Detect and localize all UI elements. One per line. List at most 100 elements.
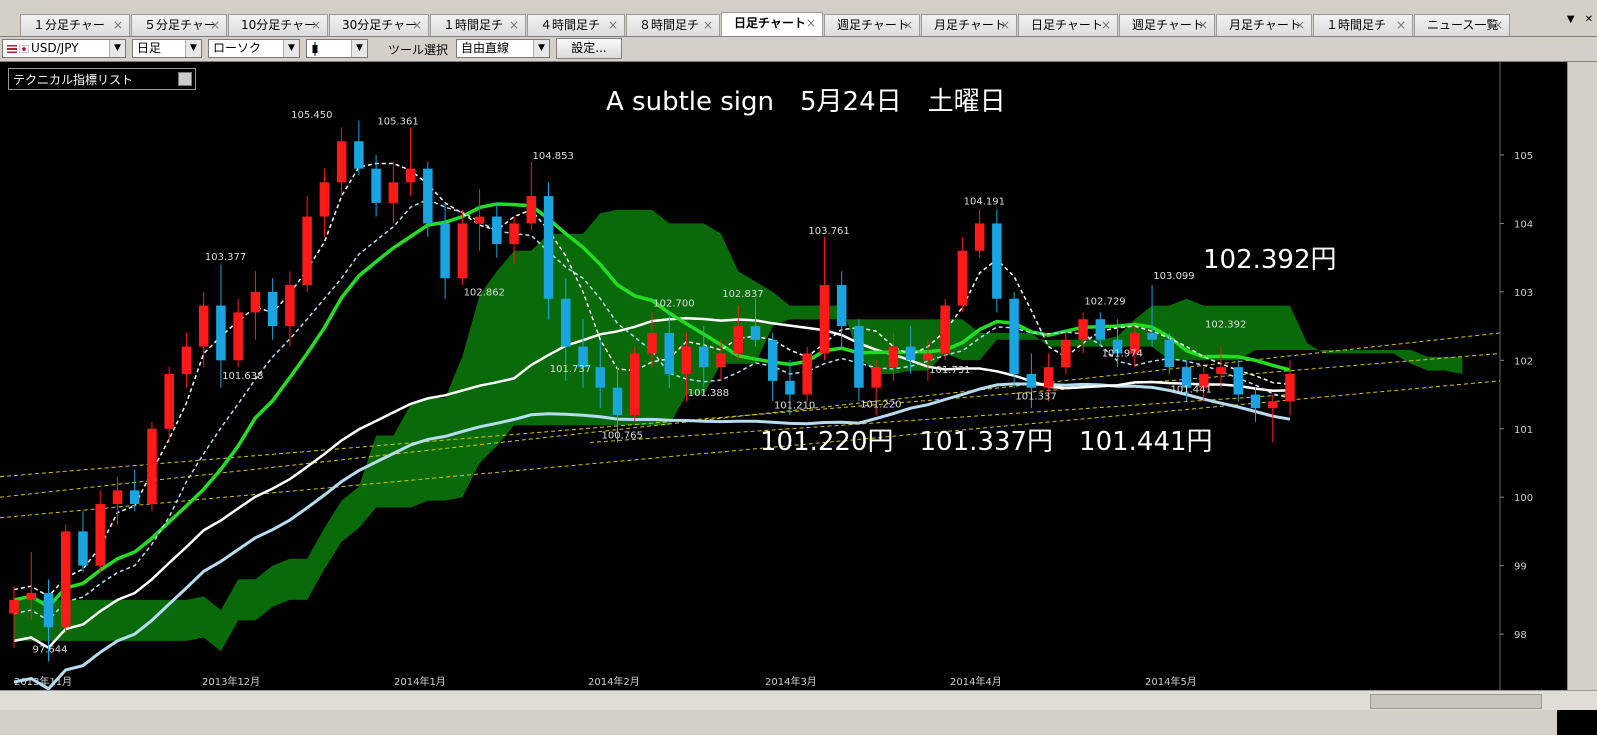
chevron-down-icon[interactable]: ▼ <box>283 40 299 57</box>
candle-body <box>819 285 830 354</box>
x-tick-label: 2014年2月 <box>588 675 640 688</box>
chart-toolbar: USD/JPY ▼ 日足 ▼ ローソク ▼ ▼ ツール選択 自由直線 ▼ 設定.… <box>0 37 1597 62</box>
technical-indicator-list[interactable]: テクニカル指標リスト <box>8 68 196 90</box>
tab-5[interactable]: ４時間足チ × <box>527 14 625 36</box>
tab-4[interactable]: １時間足チ × <box>430 14 526 36</box>
close-icon[interactable]: × <box>1000 15 1010 35</box>
settings-button[interactable]: 設定... <box>556 38 622 59</box>
candle-body <box>95 504 105 566</box>
tab-1[interactable]: ５分足チャー × <box>131 14 227 36</box>
tab-2[interactable]: 10分足チャー × <box>228 14 328 36</box>
scrollbar-thumb[interactable] <box>1370 694 1542 709</box>
chart-type-value: ローソク <box>213 41 262 55</box>
close-icon[interactable]: × <box>412 15 422 35</box>
candle-body <box>992 223 1002 299</box>
candle-body <box>233 312 243 361</box>
jp-flag-icon <box>19 44 29 53</box>
tab-label: ５分足チャー <box>144 18 216 32</box>
candle-body <box>302 216 312 286</box>
close-icon[interactable]: × <box>509 15 519 35</box>
close-icon[interactable]: × <box>903 15 913 35</box>
x-tick-label: 2014年1月 <box>394 675 446 688</box>
tab-6[interactable]: ８時間足チ × <box>626 14 720 36</box>
close-icon[interactable]: × <box>311 15 321 35</box>
x-tick-label: 2013年12月 <box>202 675 260 688</box>
close-icon[interactable]: × <box>113 15 123 35</box>
candle-body <box>198 305 209 347</box>
chevron-down-icon[interactable]: ▼ <box>109 40 125 57</box>
drawing-tool-select[interactable]: 自由直線 ▼ <box>456 39 550 58</box>
status-block <box>1557 710 1597 735</box>
y-tick-label: 105 <box>1514 151 1533 162</box>
chart-type-select[interactable]: ローソク ▼ <box>208 39 300 58</box>
tab-14[interactable]: ニュース一覧 × <box>1414 14 1510 36</box>
collapse-icon[interactable] <box>178 72 192 86</box>
tab-9[interactable]: 月足チャート × <box>921 14 1017 36</box>
candle-body <box>1164 339 1175 368</box>
close-icon[interactable]: × <box>703 15 713 35</box>
price-label: 101.388 <box>688 388 729 399</box>
tab-label: 週足チャート <box>837 18 909 32</box>
us-flag-icon <box>7 44 17 53</box>
candle-body <box>423 168 433 224</box>
price-label: 103.761 <box>808 226 849 237</box>
candle-body <box>595 367 606 388</box>
tab-close-all-icon[interactable]: ✕ <box>1585 14 1593 25</box>
chevron-down-icon[interactable]: ▼ <box>533 40 549 57</box>
tab-12[interactable]: 月足チャート × <box>1216 14 1312 36</box>
tab-label: １時間足チ <box>1326 18 1387 32</box>
close-icon[interactable]: × <box>1101 15 1111 35</box>
tab-11[interactable]: 週足チャート × <box>1119 14 1215 36</box>
candle-style-select[interactable]: ▼ <box>306 39 368 58</box>
close-icon[interactable]: × <box>1493 15 1503 35</box>
tab-label: 日足チャート <box>1031 18 1103 32</box>
candle-body <box>285 285 295 327</box>
candle-body <box>354 141 364 169</box>
currency-pair-select[interactable]: USD/JPY ▼ <box>2 39 126 58</box>
candle-body <box>216 305 226 361</box>
candle-body <box>630 353 640 416</box>
candle-body <box>681 346 692 374</box>
currency-pair-value: USD/JPY <box>31 41 79 55</box>
candle-body <box>836 285 847 327</box>
chevron-down-icon[interactable]: ▼ <box>185 40 201 57</box>
close-icon[interactable]: × <box>1295 15 1305 35</box>
price-label: 102.729 <box>1084 296 1125 307</box>
candle-body <box>147 428 157 505</box>
candle-body <box>492 216 502 244</box>
candle-body <box>1285 373 1295 402</box>
candle-body <box>509 223 519 244</box>
candle-body <box>647 332 657 354</box>
price-label: 104.191 <box>964 196 1005 207</box>
price-chart[interactable]: 98 99 100 101 102 103 104 105 2013年11月 2013年12月 20… <box>0 62 1567 690</box>
tab-8[interactable]: 週足チャート × <box>824 14 920 36</box>
tab-menu-icon[interactable]: ▼ <box>1567 14 1575 25</box>
candle-body <box>526 196 537 224</box>
tab-3[interactable]: 30分足チャー × <box>329 14 429 36</box>
tab-label: 日足チャート <box>734 16 806 30</box>
price-label: 101.731 <box>929 365 970 376</box>
period-select[interactable]: 日足 ▼ <box>132 39 202 58</box>
candle-body <box>905 346 916 361</box>
candle-body <box>1216 367 1226 374</box>
candle-body <box>767 339 778 381</box>
close-icon[interactable]: × <box>1198 15 1208 35</box>
close-icon[interactable]: × <box>608 15 618 35</box>
close-icon[interactable]: × <box>806 13 816 33</box>
candle-body <box>336 141 347 183</box>
tab-label: ４時間足チ <box>540 18 601 32</box>
period-value: 日足 <box>137 41 162 55</box>
tab-0[interactable]: １分足チャー × <box>20 14 130 36</box>
tab-10[interactable]: 日足チャート × <box>1018 14 1118 36</box>
close-icon[interactable]: × <box>210 15 220 35</box>
ichimoku-cloud <box>14 209 1463 652</box>
tab-13[interactable]: １時間足チ × <box>1313 14 1413 36</box>
chevron-down-icon[interactable]: ▼ <box>351 40 367 57</box>
tab-label: 週足チャート <box>1132 18 1204 32</box>
tab-7[interactable]: 日足チャート × <box>721 12 823 36</box>
candle-body <box>888 346 899 368</box>
y-tick-label: 103 <box>1514 288 1533 299</box>
close-icon[interactable]: × <box>1396 15 1406 35</box>
candle-body <box>612 387 623 416</box>
horizontal-scrollbar[interactable] <box>0 690 1597 711</box>
